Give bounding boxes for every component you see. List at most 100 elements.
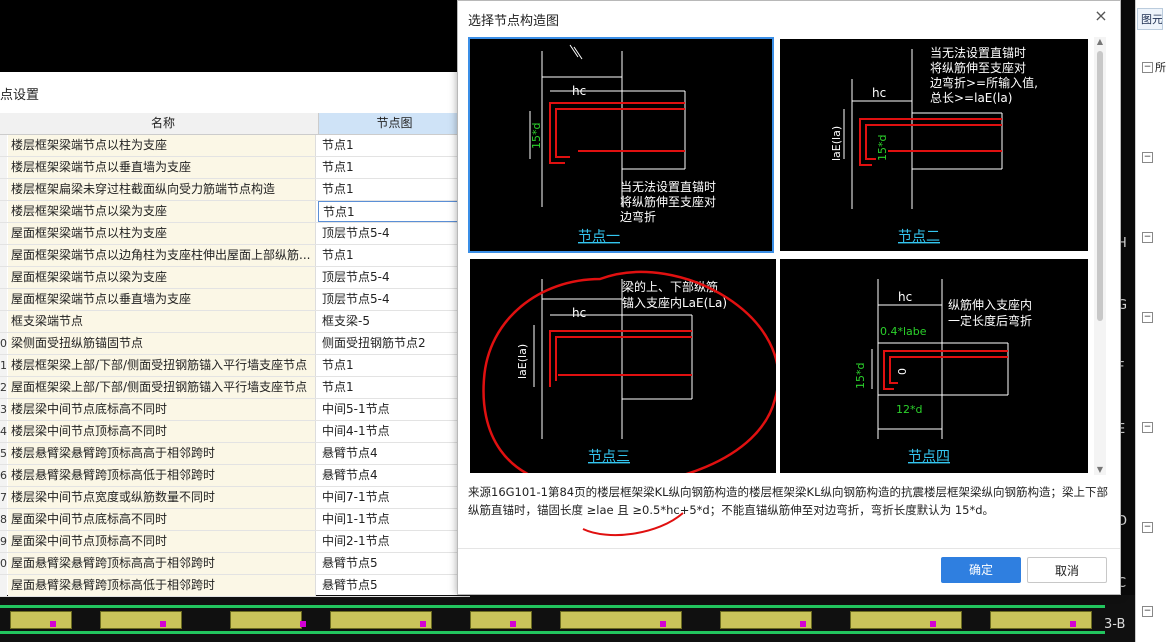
- cad-node: [510, 621, 516, 627]
- column-header-node[interactable]: 节点图: [319, 113, 470, 134]
- cancel-button[interactable]: 取消: [1027, 557, 1107, 583]
- dialog-divider: [458, 548, 1120, 549]
- row-node-value[interactable]: 中间1-1节点: [318, 509, 470, 530]
- table-row[interactable]: 8 屋面梁中间节点底标高不同时 中间1-1节点: [0, 509, 470, 531]
- dim-label: hc: [572, 84, 586, 98]
- row-node-value[interactable]: 中间5-1节点: [318, 399, 470, 420]
- row-node-value[interactable]: 中间7-1节点: [318, 487, 470, 508]
- table-row[interactable]: 楼层框架梁端节点以梁为支座 节点1: [0, 201, 470, 223]
- row-name: 楼层框架梁上部/下部/侧面受扭钢筋锚入平行墙支座节点: [8, 355, 316, 376]
- row-node-value[interactable]: 节点1: [318, 355, 470, 376]
- table-row[interactable]: 0 屋面悬臂梁悬臂跨顶标高高于相邻跨时 悬臂节点5: [0, 553, 470, 575]
- table-row[interactable]: 7 楼层梁中间节点宽度或纵筋数量不同时 中间7-1节点: [0, 487, 470, 509]
- row-name: 屋面框架梁端节点以柱为支座: [8, 223, 316, 244]
- row-index: [0, 289, 7, 310]
- table-row[interactable]: 1 楼层框架梁上部/下部/侧面受扭钢筋锚入平行墙支座节点 节点1: [0, 355, 470, 377]
- table-row[interactable]: 5 楼层悬臂梁悬臂跨顶标高高于相邻跨时 悬臂节点4: [0, 443, 470, 465]
- dim-label: 12*d: [896, 403, 922, 416]
- row-node-value[interactable]: 顶层节点5-4: [318, 223, 470, 244]
- tree-toggle[interactable]: −: [1142, 62, 1153, 73]
- row-index: [0, 201, 7, 222]
- dim-label: 15*d: [854, 363, 867, 389]
- row-node-value[interactable]: 悬臂节点5: [318, 575, 470, 596]
- column-header-name[interactable]: 名称: [8, 113, 319, 134]
- row-node-value[interactable]: 侧面受扭钢筋节点2: [318, 333, 470, 354]
- row-index: [0, 157, 7, 178]
- node-caption: 节点三: [588, 449, 630, 465]
- dim-label: hc: [572, 306, 586, 320]
- cad-element: [850, 611, 962, 629]
- row-node-value[interactable]: 中间2-1节点: [318, 531, 470, 552]
- node-description: 来源16G101-1第84页的楼层框架梁KL纵向钢筋构造的楼层框架梁KL纵向钢筋…: [468, 485, 1108, 517]
- row-node-value[interactable]: 顶层节点5-4: [318, 267, 470, 288]
- row-node-value[interactable]: 框支梁-5: [318, 311, 470, 332]
- node-option-3[interactable]: hc laE(la) 梁的上、下部纵筋 锚入支座内LaE(La) 节点三: [470, 259, 776, 473]
- node-option-1[interactable]: hc 15*d 当无法设置直锚时 将纵筋伸至支座对 边弯折 节点一: [468, 37, 774, 253]
- table-row[interactable]: 屋面框架梁端节点以边角柱为支座柱伸出屋面上部纵筋... 节点1: [0, 245, 470, 267]
- table-row[interactable]: 框支梁端节点 框支梁-5: [0, 311, 470, 333]
- tree-toggle[interactable]: −: [1142, 312, 1153, 323]
- row-node-value[interactable]: 节点1: [318, 377, 470, 398]
- cad-node: [660, 621, 666, 627]
- table-row[interactable]: 楼层框架梁端节点以柱为支座 节点1: [0, 135, 470, 157]
- row-name: 楼层框架梁端节点以垂直墙为支座: [8, 157, 316, 178]
- row-name: 屋面框架梁上部/下部/侧面受扭钢筋锚入平行墙支座节点: [8, 377, 316, 398]
- table-body: 楼层框架梁端节点以柱为支座 节点1 楼层框架梁端节点以垂直墙为支座 节点1 楼层框架扁梁…: [0, 135, 470, 597]
- node-option-4[interactable]: hc 0.4*labe 15*d 0 12*d 纵筋伸入支座内 一定长度后弯折 …: [780, 259, 1088, 473]
- row-name: 楼层悬臂梁悬臂跨顶标高低于相邻跨时: [8, 465, 316, 486]
- node-settings-table: 名称 节点图 楼层框架梁端节点以柱为支座 节点1 楼层框架梁端节点以垂直墙为支座 节点…: [0, 113, 470, 597]
- tree-toggle[interactable]: −: [1142, 152, 1153, 163]
- row-node-value[interactable]: 节点1: [318, 179, 470, 200]
- note-line: 将纵筋伸至支座对: [620, 194, 716, 209]
- table-header: 名称 节点图: [0, 113, 470, 135]
- row-node-value[interactable]: 节点1: [318, 135, 470, 156]
- row-node-value[interactable]: 节点1: [318, 201, 470, 222]
- node-option-2[interactable]: hc laE(la) 15*d 当无法设置直锚时 将纵筋伸至支座对 边弯折>=所…: [780, 39, 1088, 251]
- tree-toggle[interactable]: −: [1142, 232, 1153, 243]
- window-title: 点设置: [0, 88, 40, 103]
- row-node-value[interactable]: 悬臂节点5: [318, 553, 470, 574]
- table-row[interactable]: 6 楼层悬臂梁悬臂跨顶标高低于相邻跨时 悬臂节点4: [0, 465, 470, 487]
- row-node-value[interactable]: 悬臂节点4: [318, 443, 470, 464]
- scroll-thumb[interactable]: [1097, 51, 1103, 321]
- row-node-value[interactable]: 顶层节点5-4: [318, 289, 470, 310]
- node-caption: 节点一: [578, 229, 620, 245]
- row-node-value[interactable]: 节点1: [318, 245, 470, 266]
- tab-elements[interactable]: 图元: [1137, 8, 1163, 30]
- row-node-value[interactable]: 节点1: [318, 157, 470, 178]
- row-index: [0, 245, 7, 266]
- ok-button[interactable]: 确定: [941, 557, 1021, 583]
- table-row[interactable]: 屋面框架梁端节点以柱为支座 顶层节点5-4: [0, 223, 470, 245]
- row-index: 3: [0, 399, 7, 420]
- row-name: 屋面悬臂梁悬臂跨顶标高低于相邻跨时: [8, 575, 316, 596]
- tree-toggle[interactable]: −: [1142, 606, 1153, 617]
- row-name: 屋面梁中间节点顶标高不同时: [8, 531, 316, 552]
- scroll-down-icon[interactable]: ▼: [1094, 465, 1106, 475]
- dim-label: 0: [896, 368, 909, 375]
- table-row[interactable]: 9 屋面梁中间节点顶标高不同时 中间2-1节点: [0, 531, 470, 553]
- table-row[interactable]: 2 屋面框架梁上部/下部/侧面受扭钢筋锚入平行墙支座节点 节点1: [0, 377, 470, 399]
- cad-line: [0, 605, 1105, 608]
- cad-element: [470, 611, 532, 629]
- row-index: 2: [0, 377, 7, 398]
- table-row[interactable]: 屋面框架梁端节点以梁为支座 顶层节点5-4: [0, 267, 470, 289]
- diagram-scrollbar[interactable]: ▲ ▼: [1094, 37, 1106, 475]
- row-index: 0: [0, 553, 7, 574]
- close-icon[interactable]: ×: [1092, 7, 1110, 25]
- row-node-value[interactable]: 中间4-1节点: [318, 421, 470, 442]
- tree-toggle[interactable]: −: [1142, 422, 1153, 433]
- row-node-value[interactable]: 悬臂节点4: [318, 465, 470, 486]
- table-row[interactable]: 3 楼层梁中间节点底标高不同时 中间5-1节点: [0, 399, 470, 421]
- table-row[interactable]: 4 楼层梁中间节点顶标高不同时 中间4-1节点: [0, 421, 470, 443]
- table-row[interactable]: 楼层框架扁梁未穿过柱截面纵向受力筋端节点构造 节点1: [0, 179, 470, 201]
- table-row[interactable]: 楼层框架梁端节点以垂直墙为支座 节点1: [0, 157, 470, 179]
- row-name: 屋面框架梁端节点以垂直墙为支座: [8, 289, 316, 310]
- cad-element: [100, 611, 182, 629]
- note-line: 纵筋伸入支座内: [948, 297, 1032, 312]
- table-row[interactable]: 0 梁侧面受扭纵筋锚固节点 侧面受扭钢筋节点2: [0, 333, 470, 355]
- tree-toggle[interactable]: −: [1142, 522, 1153, 533]
- scroll-up-icon[interactable]: ▲: [1094, 37, 1106, 47]
- table-row[interactable]: 屋面框架梁端节点以垂直墙为支座 顶层节点5-4: [0, 289, 470, 311]
- dim-label: hc: [898, 290, 912, 304]
- table-row[interactable]: 屋面悬臂梁悬臂跨顶标高低于相邻跨时 悬臂节点5: [0, 575, 470, 597]
